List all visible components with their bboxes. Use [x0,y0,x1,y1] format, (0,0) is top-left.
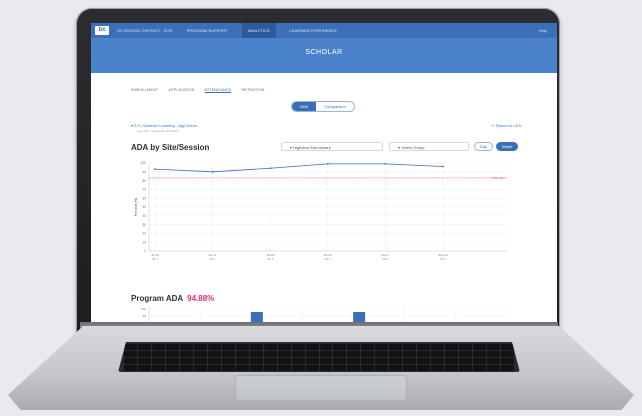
data-point [154,168,156,171]
y-axis-label: Percent (%) [134,198,138,216]
x-tick-sublabel: Wk 2 [210,257,216,261]
y-tick-label: 90 [142,170,146,174]
y-tick-label: 100 [141,307,146,311]
y-tick-label: 80 [142,179,146,183]
x-tick-sublabel: Wk 5 [382,257,388,261]
x-tick-label: Jul 17 [209,253,217,257]
data-point [384,162,387,165]
section-tabs: ENROLLMENT APPLICATION ATTENDANCE RETENT… [131,87,264,93]
laptop-screen: bx SO SCHOOL DISTRICT - SITE PROGRAM SUP… [91,23,557,322]
nav-item-analytics[interactable]: ANALYTICS [241,23,276,38]
y-tick-label: 50 [142,205,146,209]
program-ada-value: 94.88% [187,294,215,303]
group-select[interactable]: ▾ Select Group [389,142,469,151]
top-navbar: bx SO SCHOOL DISTRICT - SITE PROGRAM SUP… [91,23,557,38]
return-label: Return to LEA [495,123,521,128]
pill-comparison[interactable]: Comparison [316,102,354,111]
view-toggle: ADA Comparison [291,101,355,112]
pill-ada[interactable]: ADA [292,102,317,111]
tab-attendance[interactable]: ATTENDANCE [204,87,232,93]
site-select-value: Highview Elementary [293,145,331,150]
return-icon: ↩ [491,123,495,128]
y-tick-label: 40 [142,214,146,218]
program-bar [353,312,366,322]
app-logo[interactable]: bx [95,26,109,35]
y-tick-label: 100 [141,161,147,165]
x-tick-label: Jul 10 [151,253,159,257]
data-point [269,167,272,170]
series-line [154,163,444,173]
program-ada-label: Program ADA [131,294,184,303]
banner-title: SCHOLAR [305,49,343,56]
tab-application[interactable]: APPLICATION [168,87,194,93]
toggle-week[interactable]: Week [496,142,519,151]
tab-retention[interactable]: RETENTION [241,87,264,93]
site-select[interactable]: ▾ Highview Elementary [281,142,383,151]
program-name: 2.0 | Summer Learning - App Demo [134,123,197,128]
x-tick-label: Aug 7 [381,253,389,257]
program-selector[interactable]: ▾ 2.0 | Summer Learning - App Demo [131,123,197,128]
chevron-down-icon: ▾ [131,123,134,128]
target-label: 80% ADA [492,176,505,180]
nav-item-district[interactable]: SO SCHOOL DISTRICT - SITE [117,28,173,33]
top-nav: SO SCHOOL DISTRICT - SITE PROGRAM SUPPOR… [117,23,337,38]
program-bar [250,312,263,322]
laptop-keyboard [118,342,520,372]
return-link[interactable]: ↩ Return to LEA [491,123,521,128]
data-point [442,165,444,168]
nav-item-program-support[interactable]: PROGRAM SUPPORT [187,28,228,33]
y-tick-label: 0 [144,249,146,253]
x-tick-label: Aug 14 [438,253,448,257]
y-tick-label: 60 [142,196,146,200]
toggle-day[interactable]: Day [474,142,494,151]
nav-item-learning-experience[interactable]: LEARNING EXPERIENCE [290,28,337,33]
x-tick-label: Jul 24 [266,253,274,257]
x-tick-sublabel: Wk 6 [440,257,446,261]
y-tick-label: 70 [142,188,146,192]
x-tick-sublabel: Wk 1 [152,257,158,261]
page-banner: SCHOLAR [91,38,557,73]
help-link[interactable]: Help [539,28,547,33]
y-tick-label: 80 [143,314,147,318]
y-tick-label: 30 [142,223,146,227]
chart-title: ADA by Site/Session [131,143,210,152]
program-ada-chart: 100 80 [141,306,507,322]
y-tick-label: 20 [142,232,146,236]
x-tick-sublabel: Wk 3 [267,257,273,261]
program-ada-heading: Program ADA 94.88% [131,294,214,303]
tab-enrollment[interactable]: ENROLLMENT [131,87,158,93]
laptop-trackpad [235,375,407,401]
data-point [211,170,214,173]
group-select-value: Select Group [401,145,425,150]
data-point [326,162,329,165]
y-tick-label: 10 [142,240,146,244]
x-tick-sublabel: Wk 4 [325,257,331,261]
period-toggle: Day Week [474,142,519,151]
ada-line-chart: 1009080706050403020100Percent (%)80% ADA… [134,161,507,261]
x-tick-label: Jul 31 [324,253,332,257]
program-dates: June 5th - September 4th 2023 [137,129,179,133]
